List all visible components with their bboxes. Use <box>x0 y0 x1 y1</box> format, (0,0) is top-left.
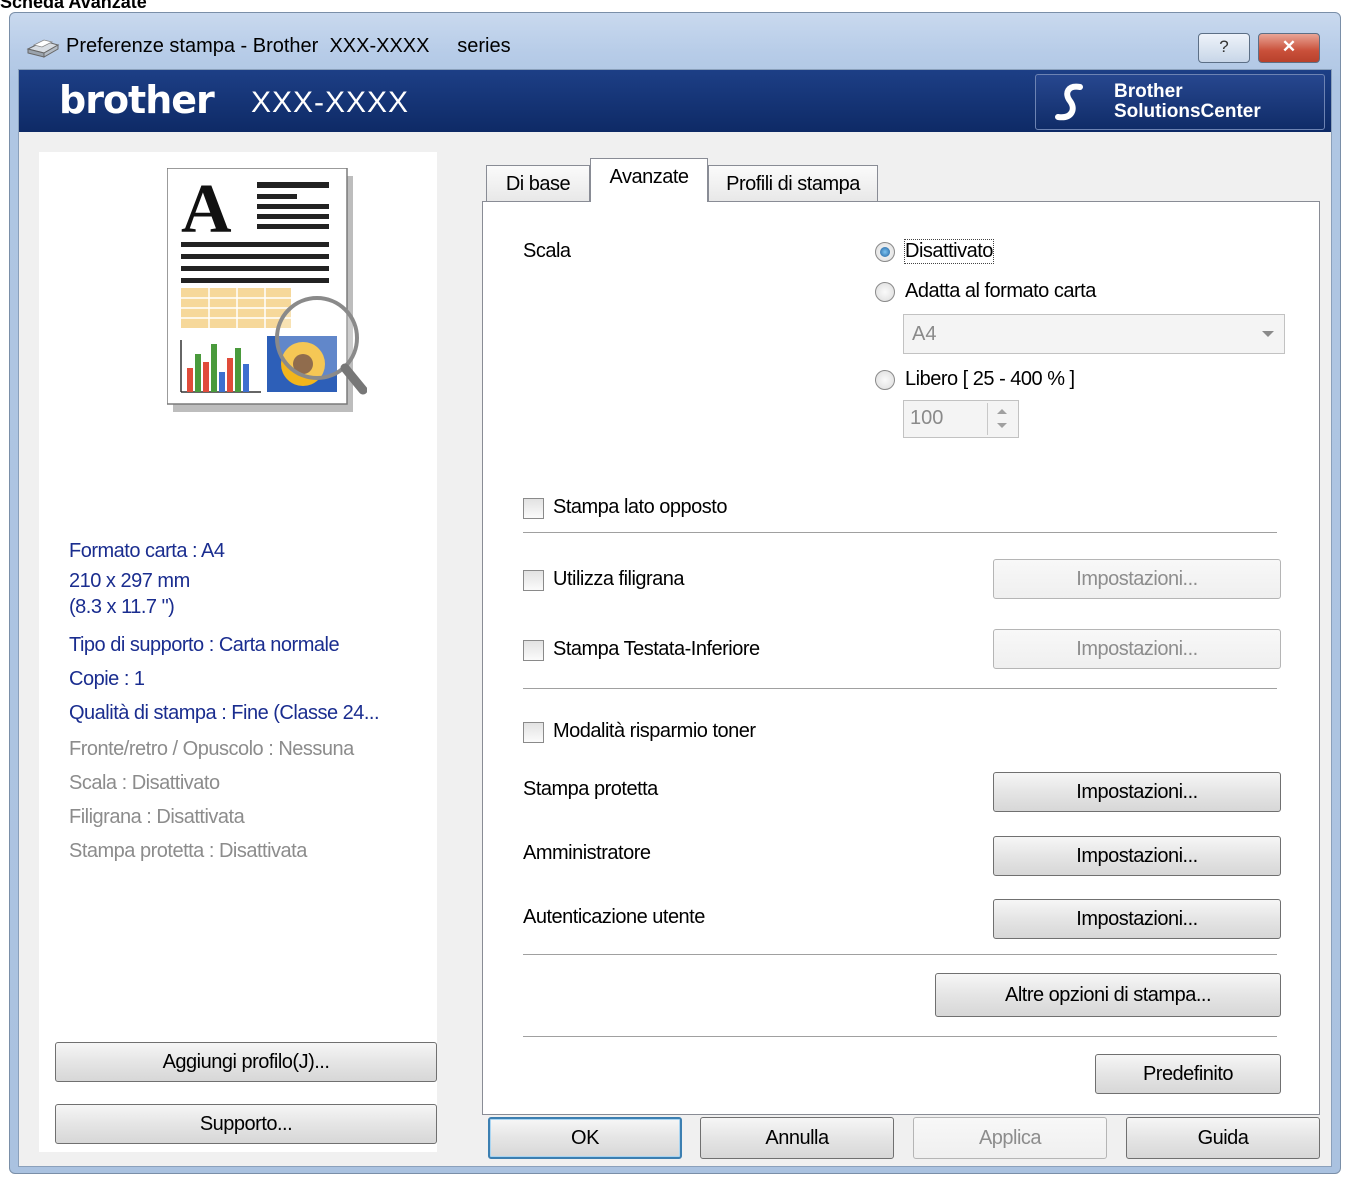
watermark-settings-button[interactable]: Impostazioni... <box>993 559 1281 599</box>
cancel-button[interactable]: Annulla <box>700 1117 894 1159</box>
toner-save-label[interactable]: Modalità risparmio toner <box>553 720 756 743</box>
print-preferences-window: Preferenze stampa - Brother XXX-XXXX ser… <box>9 12 1341 1174</box>
tab-advanced[interactable]: Avanzate <box>590 158 708 202</box>
user-auth-label: Autenticazione utente <box>523 906 705 928</box>
ok-button[interactable]: OK <box>488 1117 682 1159</box>
stepper-up-icon[interactable] <box>997 409 1007 414</box>
quality-info: Qualità di stampa : Fine (Classe 24... <box>69 702 380 724</box>
watermark-checkbox[interactable] <box>523 570 544 591</box>
dimensions-in-info: (8.3 x 11.7 ") <box>69 596 175 618</box>
summary-panel: A Formato carta: A4 210 x 297 mm (8.3 x… <box>39 152 437 1152</box>
header-footer-settings-button[interactable]: Impostazioni... <box>993 629 1281 669</box>
paper-size-select-value: A4 <box>912 323 937 345</box>
free-scale-radio[interactable] <box>875 370 895 390</box>
tab-basic[interactable]: Di base <box>486 165 590 201</box>
media-type-info: Tipo di supporto : Carta normale <box>69 634 340 656</box>
toner-save-checkbox[interactable] <box>523 722 544 743</box>
other-print-options-button[interactable]: Altre opzioni di stampa... <box>935 973 1281 1017</box>
stepper-down-icon[interactable] <box>997 423 1007 428</box>
secure-print-label: Stampa protetta <box>523 778 658 800</box>
watermark-info: Filigrana : Disattivata <box>69 806 245 828</box>
svg-text:A: A <box>181 171 232 248</box>
window-title: Preferenze stampa - Brother XXX-XXXX ser… <box>66 35 511 57</box>
default-button[interactable]: Predefinito <box>1095 1054 1281 1094</box>
printer-icon <box>26 39 60 58</box>
stepper-buttons[interactable] <box>987 403 1016 435</box>
brother-logo: brother <box>59 78 215 122</box>
scale-off-radio[interactable] <box>875 242 895 262</box>
header-footer-checkbox[interactable] <box>523 640 544 661</box>
solutions-center-icon <box>1055 83 1083 121</box>
document-preview-image: A <box>167 168 367 412</box>
free-scale-stepper[interactable]: 100 <box>903 400 1019 438</box>
administrator-label: Amministratore <box>523 842 651 864</box>
scale-info: Scala : Disattivato <box>69 772 220 794</box>
dimensions-mm-info: 210 x 297 mm <box>69 570 190 592</box>
advanced-tab-page: Scala Disattivato Adatta al formato cart… <box>482 201 1320 1115</box>
help-button[interactable]: Guida <box>1126 1117 1320 1159</box>
solutions-center-button[interactable]: Brother SolutionsCenter <box>1035 74 1325 130</box>
paper-size-select[interactable]: A4 <box>903 314 1285 354</box>
secure-print-info: Stampa protetta : Disattivata <box>69 840 307 862</box>
free-scale-value: 100 <box>910 407 944 429</box>
printer-model: XXX-XXXX <box>251 86 410 119</box>
apply-button[interactable]: Applica <box>913 1117 1107 1159</box>
help-title-button[interactable]: ? <box>1198 33 1250 63</box>
watermark-label[interactable]: Utilizza filigrana <box>553 568 685 591</box>
dialog-client: brother XXX-XXXX Brother SolutionsCenter… <box>18 69 1332 1167</box>
solutions-line-1: Brother <box>1114 81 1183 102</box>
duplex-info: Fronte/retro / Opuscolo : Nessuna <box>69 738 354 760</box>
title-bar[interactable]: Preferenze stampa - Brother XXX-XXXX ser… <box>10 13 1340 69</box>
separator <box>523 688 1277 689</box>
scale-label: Scala <box>523 240 571 262</box>
close-button[interactable]: ✕ <box>1258 33 1320 63</box>
chevron-down-icon <box>1262 331 1274 337</box>
separator <box>523 532 1277 533</box>
reverse-print-label[interactable]: Stampa lato opposto <box>553 496 727 519</box>
reverse-print-checkbox[interactable] <box>523 498 544 519</box>
solutions-center-label: Brother SolutionsCenter <box>1114 82 1261 122</box>
fit-paper-label[interactable]: Adatta al formato carta <box>905 280 1096 303</box>
administrator-settings-button[interactable]: Impostazioni... <box>993 836 1281 876</box>
paper-size-info: Formato carta : A4 <box>69 540 225 562</box>
user-auth-settings-button[interactable]: Impostazioni... <box>993 899 1281 939</box>
tab-print-profiles[interactable]: Profili di stampa <box>708 165 878 201</box>
support-button[interactable]: Supporto... <box>55 1104 437 1144</box>
copies-info: Copie : 1 <box>69 668 145 690</box>
fit-paper-radio[interactable] <box>875 282 895 302</box>
separator <box>523 954 1277 955</box>
separator <box>523 1036 1277 1037</box>
brother-banner: brother XXX-XXXX Brother SolutionsCenter <box>19 70 1331 132</box>
scale-off-label[interactable]: Disattivato <box>904 239 994 264</box>
free-scale-label[interactable]: Libero [ 25 - 400 % ] <box>905 368 1075 391</box>
solutions-line-2: SolutionsCenter <box>1114 101 1261 122</box>
header-footer-label[interactable]: Stampa Testata-Inferiore <box>553 638 760 661</box>
secure-print-settings-button[interactable]: Impostazioni... <box>993 772 1281 812</box>
add-profile-button[interactable]: Aggiungi profilo(J)... <box>55 1042 437 1082</box>
